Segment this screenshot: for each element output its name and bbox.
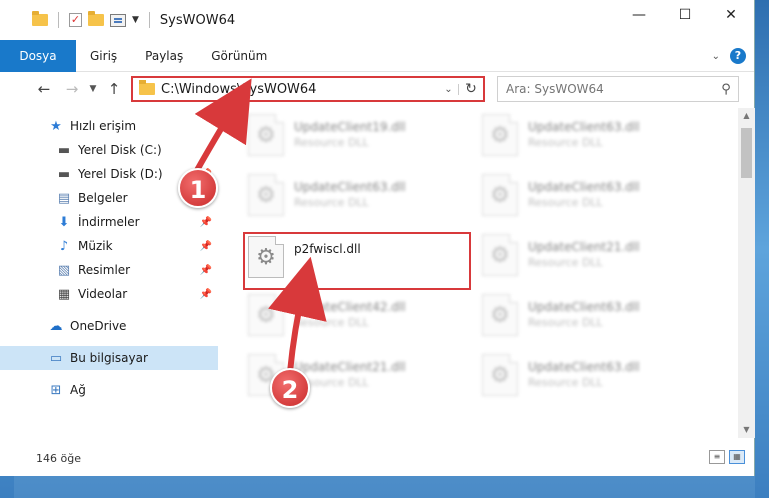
arrow-step-2 <box>268 256 327 375</box>
step-1-badge: 1 <box>178 168 218 208</box>
arrow-step-1 <box>193 78 252 175</box>
annotation-arrows <box>193 78 327 375</box>
step-2-badge: 2 <box>270 368 310 408</box>
